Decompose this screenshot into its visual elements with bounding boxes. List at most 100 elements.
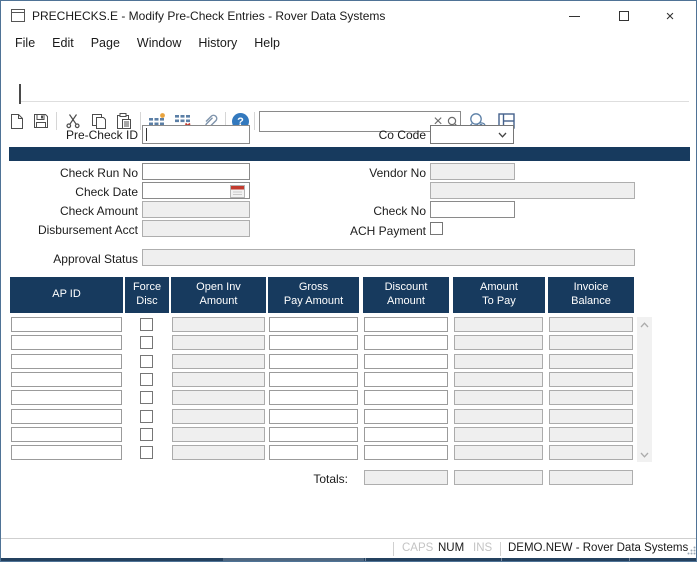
menu-file[interactable]: File — [15, 36, 35, 50]
resize-grip[interactable] — [687, 546, 696, 558]
totals-discount-amount-field — [364, 470, 448, 485]
paste-icon — [116, 113, 132, 130]
scissors-icon — [65, 113, 81, 129]
invoice-balance-field — [549, 427, 633, 442]
open-inv-amount-field — [172, 354, 265, 369]
amount-to-pay-field — [454, 317, 543, 332]
section-divider-bar — [9, 147, 690, 161]
amount-to-pay-field — [454, 409, 543, 424]
taskbar-segment-divider — [501, 558, 502, 562]
maximize-button[interactable] — [609, 1, 639, 31]
vendor-name-field — [430, 182, 635, 199]
discount-amount-input[interactable] — [364, 317, 448, 332]
force-disc-checkbox[interactable] — [140, 355, 153, 368]
check-date-label: Check Date — [21, 185, 138, 199]
toolbar-separator — [140, 112, 141, 130]
gross-pay-amount-input[interactable] — [269, 390, 358, 405]
statusbar-separator — [393, 542, 394, 556]
disbursement-acct-field — [142, 220, 250, 237]
menu-window[interactable]: Window — [137, 36, 181, 50]
calendar-picker-button[interactable] — [230, 184, 245, 198]
minimize-icon — [569, 16, 580, 17]
invoice-balance-field — [549, 335, 633, 350]
gross-pay-amount-input[interactable] — [269, 427, 358, 442]
ach-payment-checkbox[interactable] — [430, 222, 443, 235]
totals-invoice-balance-field — [549, 470, 633, 485]
force-disc-checkbox[interactable] — [140, 318, 153, 331]
pre-check-id-input[interactable] — [142, 125, 250, 144]
grid-column-header: Force Disc — [125, 277, 169, 313]
scroll-down-button[interactable] — [637, 447, 652, 462]
check-run-no-input[interactable] — [142, 163, 250, 180]
vendor-no-label: Vendor No — [331, 166, 426, 180]
close-button[interactable]: × — [655, 1, 685, 31]
discount-amount-input[interactable] — [364, 354, 448, 369]
totals-amount-to-pay-field — [454, 470, 543, 485]
check-no-input[interactable] — [430, 201, 515, 218]
grid-column-header: Invoice Balance — [548, 277, 634, 313]
gross-pay-amount-input[interactable] — [269, 354, 358, 369]
force-disc-checkbox[interactable] — [140, 336, 153, 349]
gross-pay-amount-input[interactable] — [269, 445, 358, 460]
ap-id-input[interactable] — [11, 445, 122, 460]
force-disc-checkbox[interactable] — [140, 428, 153, 441]
menu-history[interactable]: History — [198, 36, 237, 50]
caps-indicator: CAPS — [402, 542, 433, 554]
ap-id-input[interactable] — [11, 390, 122, 405]
toolbar-separator — [254, 112, 255, 130]
disbursement-acct-label: Disbursement Acct — [21, 223, 138, 237]
discount-amount-input[interactable] — [364, 390, 448, 405]
window-title: PRECHECKS.E - Modify Pre-Check Entries -… — [32, 9, 385, 23]
open-inv-amount-field — [172, 317, 265, 332]
ap-id-input[interactable] — [11, 317, 122, 332]
ap-id-input[interactable] — [11, 335, 122, 350]
gross-pay-amount-input[interactable] — [269, 335, 358, 350]
ap-id-input[interactable] — [11, 354, 122, 369]
grid-column-header: AP ID — [10, 277, 123, 313]
amount-to-pay-field — [454, 445, 543, 460]
gross-pay-amount-input[interactable] — [269, 372, 358, 387]
grid-scrollbar[interactable] — [637, 317, 652, 462]
approval-status-label: Approval Status — [21, 252, 138, 266]
maximize-icon — [619, 11, 629, 21]
text-caret — [146, 128, 147, 141]
taskbar-strip — [1, 558, 696, 562]
gross-pay-amount-input[interactable] — [269, 317, 358, 332]
menu-help[interactable]: Help — [254, 36, 280, 50]
open-inv-amount-field — [172, 390, 265, 405]
grid-column-header: Discount Amount — [363, 277, 449, 313]
gross-pay-amount-input[interactable] — [269, 409, 358, 424]
chevron-up-icon — [640, 322, 649, 328]
ap-id-input[interactable] — [11, 372, 122, 387]
minimize-button[interactable] — [559, 1, 589, 31]
check-amount-label: Check Amount — [21, 204, 138, 218]
scroll-up-button[interactable] — [637, 317, 652, 332]
app-window: PRECHECKS.E - Modify Pre-Check Entries -… — [0, 0, 697, 562]
force-disc-checkbox[interactable] — [140, 410, 153, 423]
force-disc-checkbox[interactable] — [140, 446, 153, 459]
taskbar-segment — [223, 558, 364, 562]
discount-amount-input[interactable] — [364, 427, 448, 442]
discount-amount-input[interactable] — [364, 409, 448, 424]
ap-id-input[interactable] — [11, 427, 122, 442]
force-disc-checkbox[interactable] — [140, 391, 153, 404]
chevron-down-icon — [498, 132, 507, 138]
calendar-icon — [230, 184, 245, 198]
force-disc-checkbox[interactable] — [140, 373, 153, 386]
open-inv-amount-field — [172, 335, 265, 350]
open-inv-amount-field — [172, 445, 265, 460]
co-code-select[interactable] — [430, 125, 514, 144]
menu-bar: File Edit Page Window History Help — [1, 31, 696, 55]
menu-edit[interactable]: Edit — [52, 36, 74, 50]
resize-grip-icon — [687, 546, 696, 555]
invoice-balance-field — [549, 354, 633, 369]
discount-amount-input[interactable] — [364, 335, 448, 350]
discount-amount-input[interactable] — [364, 445, 448, 460]
invoice-balance-field — [549, 445, 633, 460]
approval-status-field — [142, 249, 635, 266]
menu-page[interactable]: Page — [91, 36, 120, 50]
taskbar-segment-divider — [365, 558, 366, 562]
discount-amount-input[interactable] — [364, 372, 448, 387]
ap-id-input[interactable] — [11, 409, 122, 424]
title-bar[interactable]: PRECHECKS.E - Modify Pre-Check Entries -… — [1, 1, 696, 31]
